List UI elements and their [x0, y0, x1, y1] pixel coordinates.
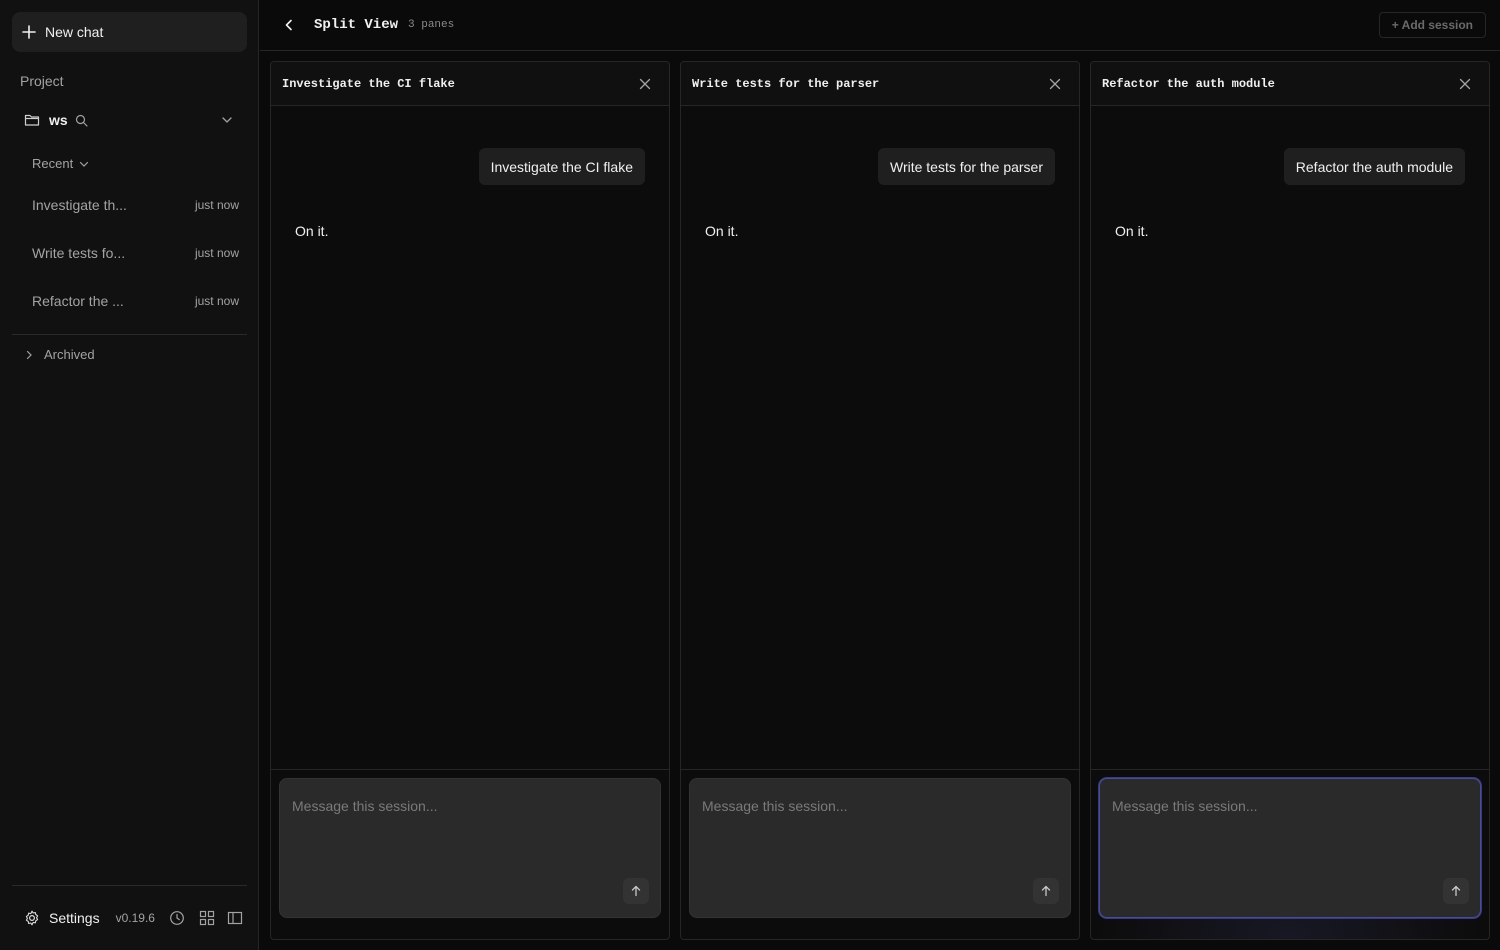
composer [279, 778, 661, 918]
session-title: Investigate th... [32, 197, 127, 213]
session-title: Refactor the ... [32, 293, 124, 309]
session-item[interactable]: Refactor the ... just now [12, 281, 247, 321]
composer [689, 778, 1071, 918]
chevron-down-icon[interactable] [221, 114, 233, 126]
grid-icon[interactable] [199, 910, 215, 926]
page-title: Split View [314, 17, 399, 33]
sidebar-footer: Settings v0.19.6 [12, 902, 259, 934]
recent-label: Recent [32, 156, 74, 171]
close-icon[interactable] [639, 78, 651, 90]
pane-title: Refactor the auth module [1102, 76, 1275, 91]
session-pane: Write tests for the parser Write tests f… [680, 61, 1080, 940]
user-message: Write tests for the parser [877, 148, 1055, 185]
plus-icon [22, 25, 36, 39]
composer [1099, 778, 1481, 918]
pane-title: Write tests for the parser [692, 76, 880, 91]
gear-icon [25, 910, 39, 926]
session-item[interactable]: Investigate th... just now [12, 185, 247, 225]
send-button[interactable] [1033, 878, 1059, 904]
new-chat-label: New chat [45, 24, 104, 40]
session-time: just now [194, 294, 239, 308]
add-session-button[interactable]: + Add session [1378, 12, 1486, 38]
sidebar-divider [12, 885, 247, 886]
project-label: Project [20, 73, 64, 89]
session-pane: Investigate the CI flake Investigate the… [270, 61, 670, 940]
composer-area [271, 769, 669, 939]
session-time: just now [194, 246, 239, 260]
new-chat-button[interactable]: New chat [12, 12, 247, 52]
session-item[interactable]: Write tests fo... just now [12, 233, 247, 273]
settings-button[interactable]: Settings [24, 910, 100, 926]
pane-header: Refactor the auth module [1091, 62, 1489, 106]
sidebar: New chat Project ws Recent Investigate t… [0, 0, 259, 950]
pane-header: Write tests for the parser [681, 62, 1079, 106]
user-message: Refactor the auth module [1283, 148, 1465, 185]
chevron-right-icon [26, 350, 32, 359]
message-input[interactable] [280, 779, 660, 917]
send-button[interactable] [623, 878, 649, 904]
pane-count: 3 panes [408, 19, 455, 31]
session-title: Write tests fo... [32, 245, 126, 261]
pane-title: Investigate the CI flake [282, 76, 455, 91]
send-button[interactable] [1443, 878, 1469, 904]
arrow-up-icon [1041, 885, 1051, 897]
split-view-header: Split View 3 panes + Add session [260, 0, 1500, 51]
settings-label: Settings [49, 910, 100, 926]
user-message: Investigate the CI flake [478, 148, 645, 185]
assistant-message: On it. [295, 223, 329, 239]
workspace-selector[interactable]: ws [12, 105, 247, 135]
close-icon[interactable] [1459, 78, 1471, 90]
sidebar-divider [12, 334, 247, 335]
assistant-message: On it. [1115, 223, 1149, 239]
archived-toggle[interactable]: Archived [24, 347, 95, 362]
archived-label: Archived [44, 347, 95, 362]
session-pane: Refactor the auth module Refactor the au… [1090, 61, 1490, 940]
folder-icon [24, 114, 40, 126]
close-icon[interactable] [1049, 78, 1061, 90]
panel-icon[interactable] [227, 910, 243, 926]
workspace-name: ws [49, 112, 68, 128]
chevron-left-icon[interactable] [282, 18, 296, 32]
version-label: v0.19.6 [115, 911, 155, 925]
search-icon[interactable] [75, 114, 88, 127]
clock-icon[interactable] [169, 910, 185, 926]
pane-header: Investigate the CI flake [271, 62, 669, 106]
assistant-message: On it. [705, 223, 739, 239]
arrow-up-icon [631, 885, 641, 897]
chevron-down-icon [80, 161, 89, 167]
message-input[interactable] [1100, 779, 1480, 917]
recent-toggle[interactable]: Recent [32, 156, 89, 171]
session-time: just now [194, 198, 239, 212]
arrow-up-icon [1451, 885, 1461, 897]
message-input[interactable] [690, 779, 1070, 917]
composer-area [681, 769, 1079, 939]
composer-area [1091, 769, 1489, 939]
